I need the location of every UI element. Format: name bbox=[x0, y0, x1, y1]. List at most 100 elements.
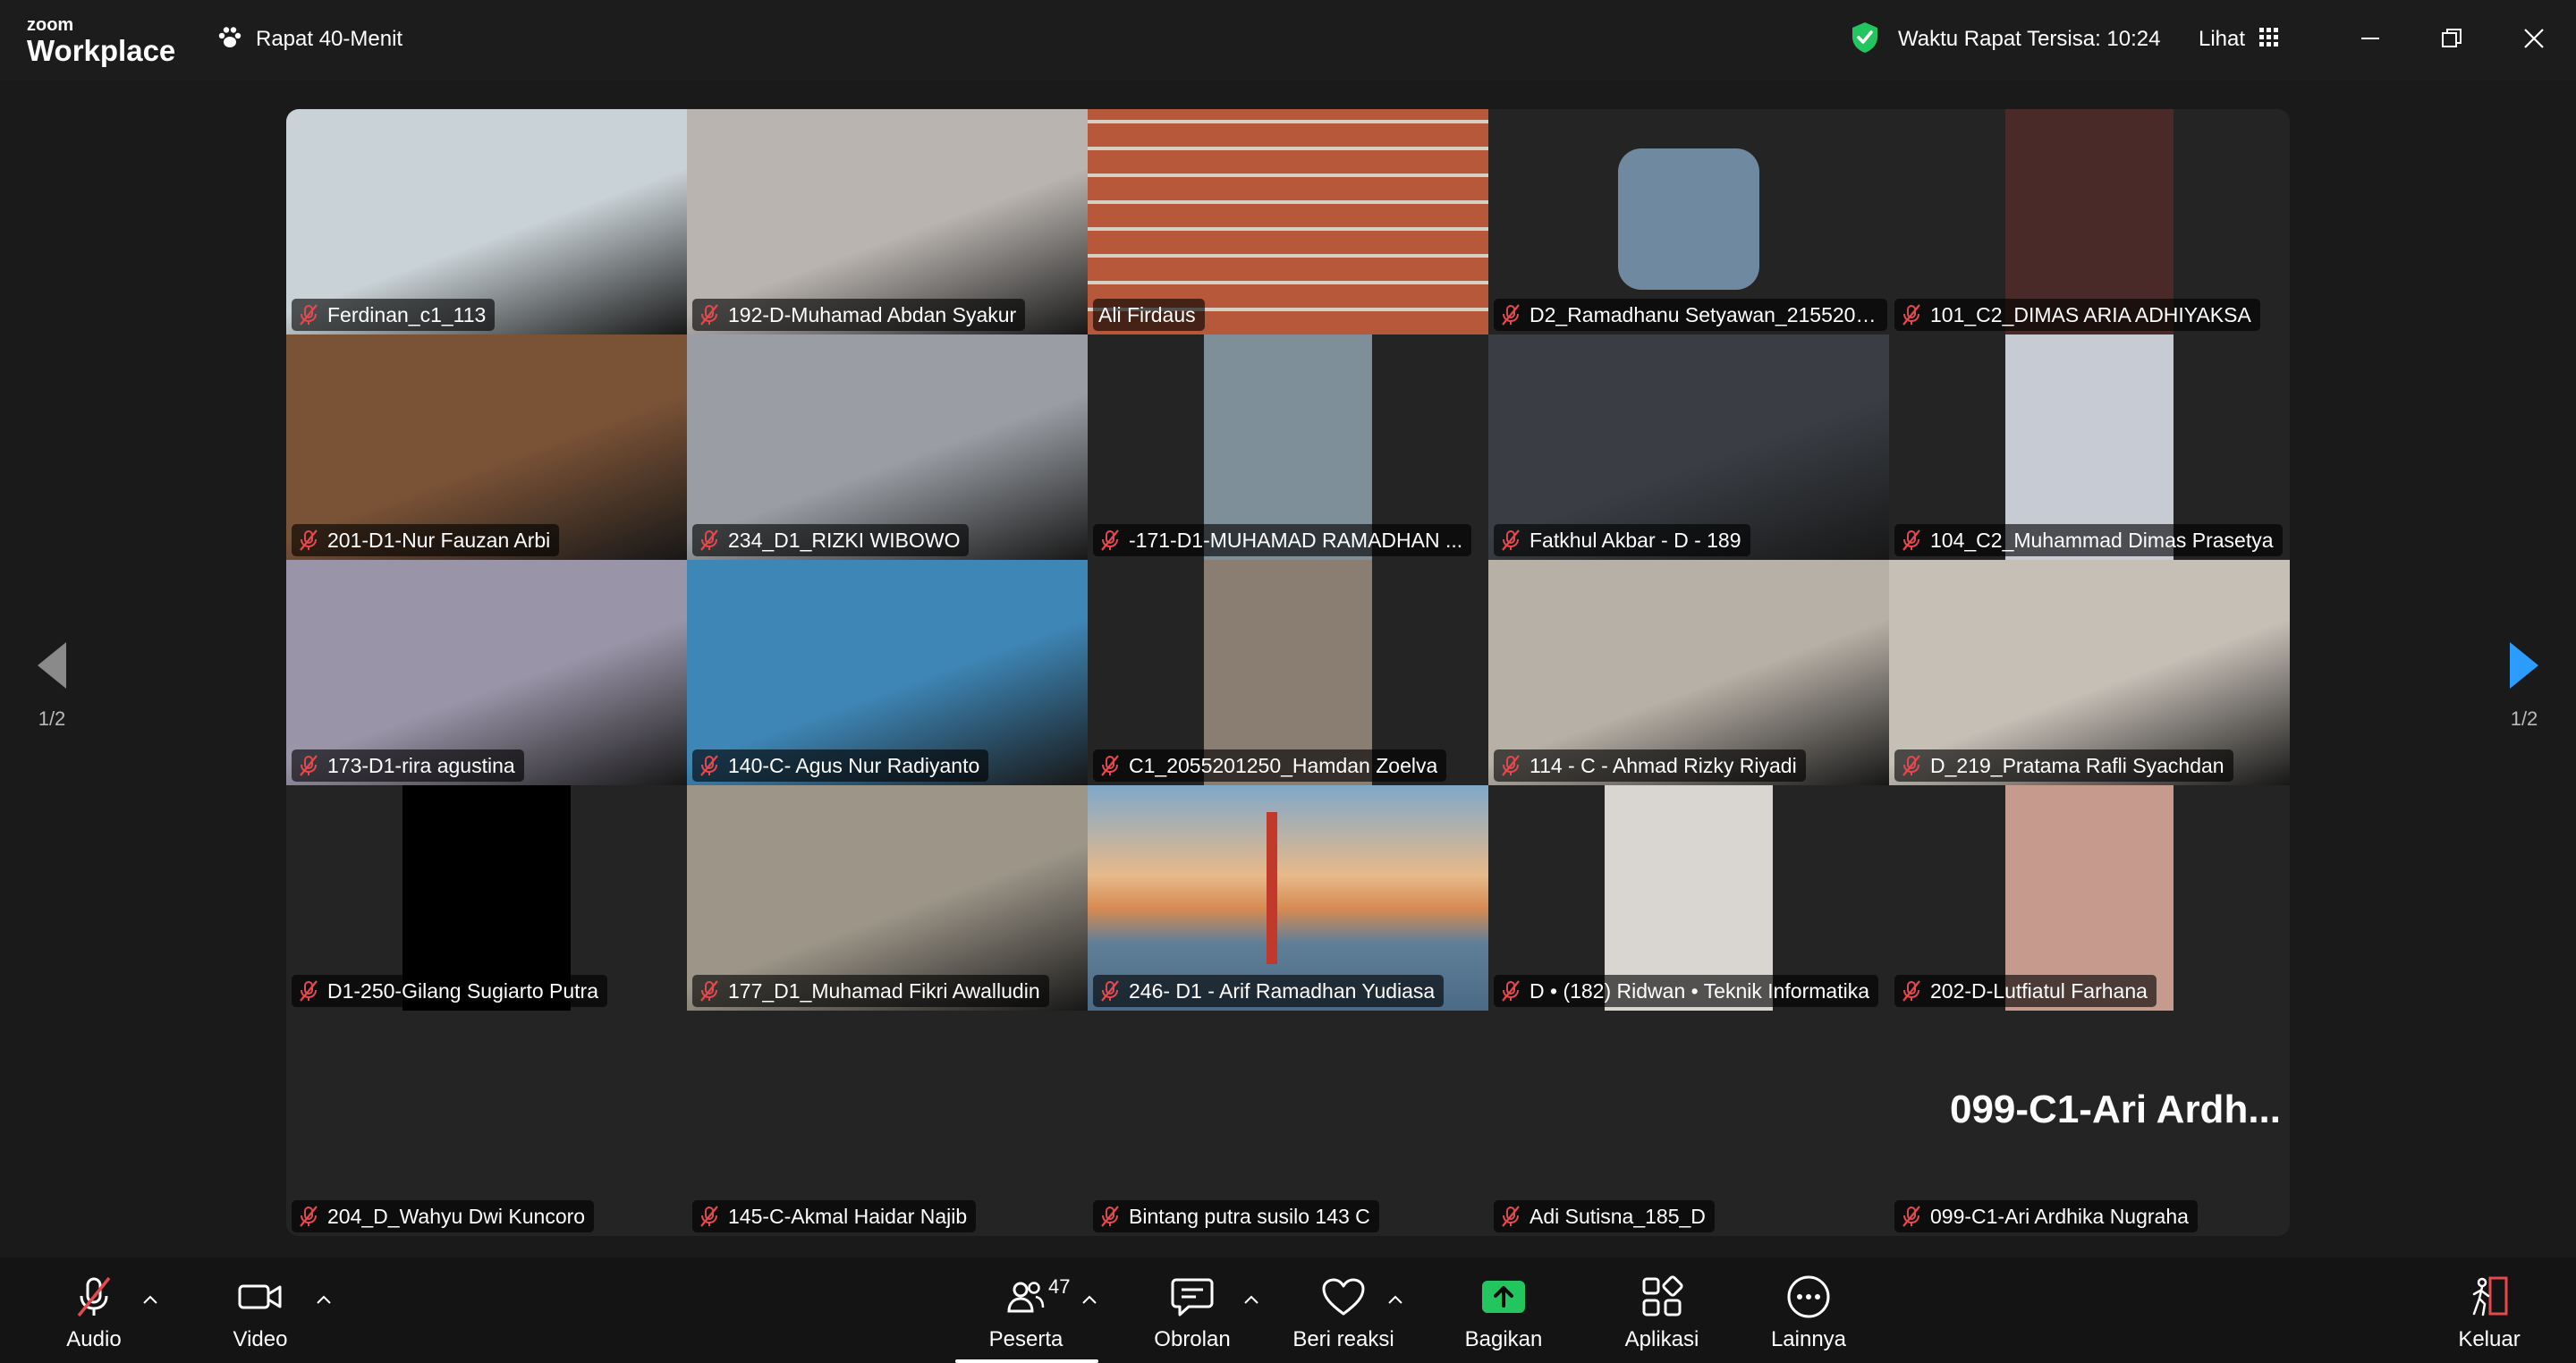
minimize-button[interactable] bbox=[2350, 20, 2391, 61]
participant-tile[interactable]: 101_C2_DIMAS ARIA ADHIYAKSA bbox=[1889, 109, 2290, 334]
participant-tile[interactable]: 246- D1 - Arif Ramadhan Yudiasa bbox=[1088, 785, 1488, 1011]
participant-tile[interactable]: D • (182) Ridwan • Teknik Informatika bbox=[1488, 785, 1889, 1011]
participant-name: 177_D1_Muhamad Fikri Awalludin bbox=[728, 978, 1040, 1003]
minimize-icon bbox=[2360, 28, 2381, 54]
participant-tile[interactable]: D1-250-Gilang Sugiarto Putra bbox=[286, 785, 687, 1011]
people-icon bbox=[1006, 1279, 1046, 1319]
participant-tile[interactable]: 204_D_Wahyu Dwi Kuncoro bbox=[286, 1011, 687, 1236]
chat-options-button[interactable] bbox=[1241, 1290, 1262, 1311]
more-dots-icon bbox=[1786, 1274, 1831, 1324]
participant-tile[interactable]: 114 - C - Ahmad Rizky Riyadi bbox=[1488, 560, 1889, 785]
video-label: Video bbox=[233, 1327, 288, 1351]
participant-tile[interactable]: 234_D1_RIZKI WIBOWO bbox=[687, 334, 1088, 560]
microphone-muted-icon bbox=[297, 1205, 320, 1228]
audio-button[interactable]: Audio bbox=[63, 1275, 125, 1352]
participant-name-tag: -171-D1-MUHAMAD RAMADHAN ... bbox=[1093, 524, 1472, 556]
microphone-muted-icon bbox=[1499, 1205, 1522, 1228]
participants-options-button[interactable] bbox=[1079, 1290, 1100, 1311]
participant-tile[interactable]: Ali Firdaus bbox=[1088, 109, 1488, 334]
participant-name-tag: 145-C-Akmal Haidar Najib bbox=[692, 1200, 977, 1232]
apps-button[interactable]: Aplikasi bbox=[1617, 1274, 1707, 1352]
participant-tile[interactable]: C1_2055201250_Hamdan Zoelva bbox=[1088, 560, 1488, 785]
view-button[interactable]: Lihat bbox=[2199, 21, 2279, 57]
share-screen-button[interactable]: Bagikan bbox=[1454, 1275, 1553, 1352]
participant-tile[interactable]: -171-D1-MUHAMAD RAMADHAN ... bbox=[1088, 334, 1488, 560]
video-options-button[interactable] bbox=[313, 1290, 335, 1311]
next-page-button[interactable]: 1/2 bbox=[2497, 640, 2551, 731]
participant-name-tag: 177_D1_Muhamad Fikri Awalludin bbox=[692, 975, 1049, 1007]
video-gallery: Ferdinan_c1_113 192-D-Muhamad Abdan Syaku… bbox=[286, 109, 2290, 1236]
meeting-timer[interactable]: Waktu Rapat Tersisa: 10:24 bbox=[1850, 21, 2160, 57]
microphone-muted-icon bbox=[1900, 1205, 1923, 1228]
close-button[interactable] bbox=[2513, 20, 2555, 61]
microphone-muted-icon bbox=[1098, 979, 1122, 1003]
reactions-label: Beri reaksi bbox=[1292, 1327, 1394, 1351]
view-label: Lihat bbox=[2199, 27, 2246, 51]
timer-text: Waktu Rapat Tersisa: 10:24 bbox=[1898, 27, 2161, 51]
participant-name: 192-D-Muhamad Abdan Syakur bbox=[728, 302, 1017, 326]
participants-button[interactable]: 47 Peserta bbox=[959, 1275, 1093, 1352]
page-indicator-right: 1/2 bbox=[2510, 707, 2538, 730]
microphone-muted-icon bbox=[1098, 754, 1122, 777]
participant-tile[interactable]: D2_Ramadhanu Setyawan_2155201... bbox=[1488, 109, 1889, 334]
participant-name-tag: D_219_Pratama Rafli Syachdan bbox=[1894, 749, 2233, 782]
participant-name: D_219_Pratama Rafli Syachdan bbox=[1930, 753, 2224, 777]
participant-name-tag: 192-D-Muhamad Abdan Syakur bbox=[692, 299, 1026, 331]
participant-tile[interactable]: 099-C1-Ari Ardhika Nugraha 099-C1-Ari Ard… bbox=[1889, 1011, 2290, 1236]
participant-tile[interactable]: 104_C2_Muhammad Dimas Prasetya bbox=[1889, 334, 2290, 560]
previous-page-button[interactable]: 1/2 bbox=[25, 640, 79, 731]
participant-tile[interactable]: Bintang putra susilo 143 C bbox=[1088, 1011, 1488, 1236]
meeting-title[interactable]: Rapat 40-Menit bbox=[216, 23, 402, 55]
participant-tile[interactable]: D_219_Pratama Rafli Syachdan bbox=[1889, 560, 2290, 785]
meeting-toolbar: Audio Video 47 Peserta Obrolan Beri reak… bbox=[0, 1257, 2576, 1363]
participant-tile[interactable]: Fatkhul Akbar - D - 189 bbox=[1488, 334, 1889, 560]
chat-bubble-icon bbox=[1171, 1276, 1214, 1322]
participant-tile[interactable]: 173-D1-rira agustina bbox=[286, 560, 687, 785]
participant-tile[interactable]: 145-C-Akmal Haidar Najib bbox=[687, 1011, 1088, 1236]
participant-name-tag: 099-C1-Ari Ardhika Nugraha bbox=[1894, 1200, 2198, 1232]
participant-name: Ali Firdaus bbox=[1098, 302, 1196, 326]
participant-tile[interactable]: 140-C- Agus Nur Radiyanto bbox=[687, 560, 1088, 785]
participant-name: 114 - C - Ahmad Rizky Riyadi bbox=[1530, 753, 1797, 777]
microphone-muted-icon bbox=[297, 754, 320, 777]
participant-tile[interactable]: 192-D-Muhamad Abdan Syakur bbox=[687, 109, 1088, 334]
participant-name: 246- D1 - Arif Ramadhan Yudiasa bbox=[1129, 978, 1436, 1003]
reactions-button[interactable]: Beri reaksi bbox=[1290, 1275, 1397, 1352]
video-camera-icon bbox=[237, 1279, 284, 1319]
participant-name: C1_2055201250_Hamdan Zoelva bbox=[1129, 753, 1438, 777]
reactions-options-button[interactable] bbox=[1385, 1290, 1406, 1311]
microphone-muted-icon bbox=[1900, 754, 1923, 777]
participant-tile[interactable]: 177_D1_Muhamad Fikri Awalludin bbox=[687, 785, 1088, 1011]
participant-name: 204_D_Wahyu Dwi Kuncoro bbox=[327, 1204, 586, 1228]
microphone-muted-icon bbox=[698, 303, 721, 326]
participants-count: 47 bbox=[1048, 1275, 1071, 1298]
participant-name-tag: 104_C2_Muhammad Dimas Prasetya bbox=[1894, 524, 2283, 556]
participant-name-tag: D2_Ramadhanu Setyawan_2155201... bbox=[1494, 299, 1887, 331]
more-label: Lainnya bbox=[1770, 1327, 1847, 1351]
microphone-muted-icon bbox=[1499, 529, 1522, 552]
participant-tile[interactable]: Ferdinan_c1_113 bbox=[286, 109, 687, 334]
microphone-muted-icon bbox=[1098, 529, 1122, 552]
apps-label: Aplikasi bbox=[1624, 1327, 1699, 1351]
restore-button[interactable] bbox=[2431, 20, 2472, 61]
participant-name: 099-C1-Ari Ardhika Nugraha bbox=[1930, 1204, 2189, 1228]
microphone-muted-icon bbox=[698, 1205, 721, 1228]
microphone-muted-icon bbox=[1900, 979, 1923, 1003]
participant-tile[interactable]: Adi Sutisna_185_D bbox=[1488, 1011, 1889, 1236]
shield-check-icon bbox=[1850, 21, 1880, 59]
participant-name: Adi Sutisna_185_D bbox=[1530, 1204, 1706, 1228]
logo-workplace-text: Workplace bbox=[27, 34, 176, 67]
leave-button[interactable]: Keluar bbox=[2449, 1275, 2529, 1352]
participant-name: -171-D1-MUHAMAD RAMADHAN ... bbox=[1129, 528, 1463, 552]
audio-options-button[interactable] bbox=[140, 1290, 161, 1311]
chevron-up-icon bbox=[1244, 1292, 1258, 1308]
participant-tile[interactable]: 201-D1-Nur Fauzan Arbi bbox=[286, 334, 687, 560]
audio-label: Audio bbox=[66, 1327, 122, 1351]
participant-name-tag: 140-C- Agus Nur Radiyanto bbox=[692, 749, 989, 782]
participant-tile[interactable]: 202-D-Lutfiatul Farhana bbox=[1889, 785, 2290, 1011]
video-button[interactable]: Video bbox=[229, 1275, 292, 1352]
meeting-title-text: Rapat 40-Menit bbox=[256, 27, 403, 51]
chat-button[interactable]: Obrolan bbox=[1148, 1275, 1237, 1352]
grid-icon bbox=[2259, 27, 2279, 52]
more-button[interactable]: Lainnya bbox=[1764, 1275, 1853, 1352]
